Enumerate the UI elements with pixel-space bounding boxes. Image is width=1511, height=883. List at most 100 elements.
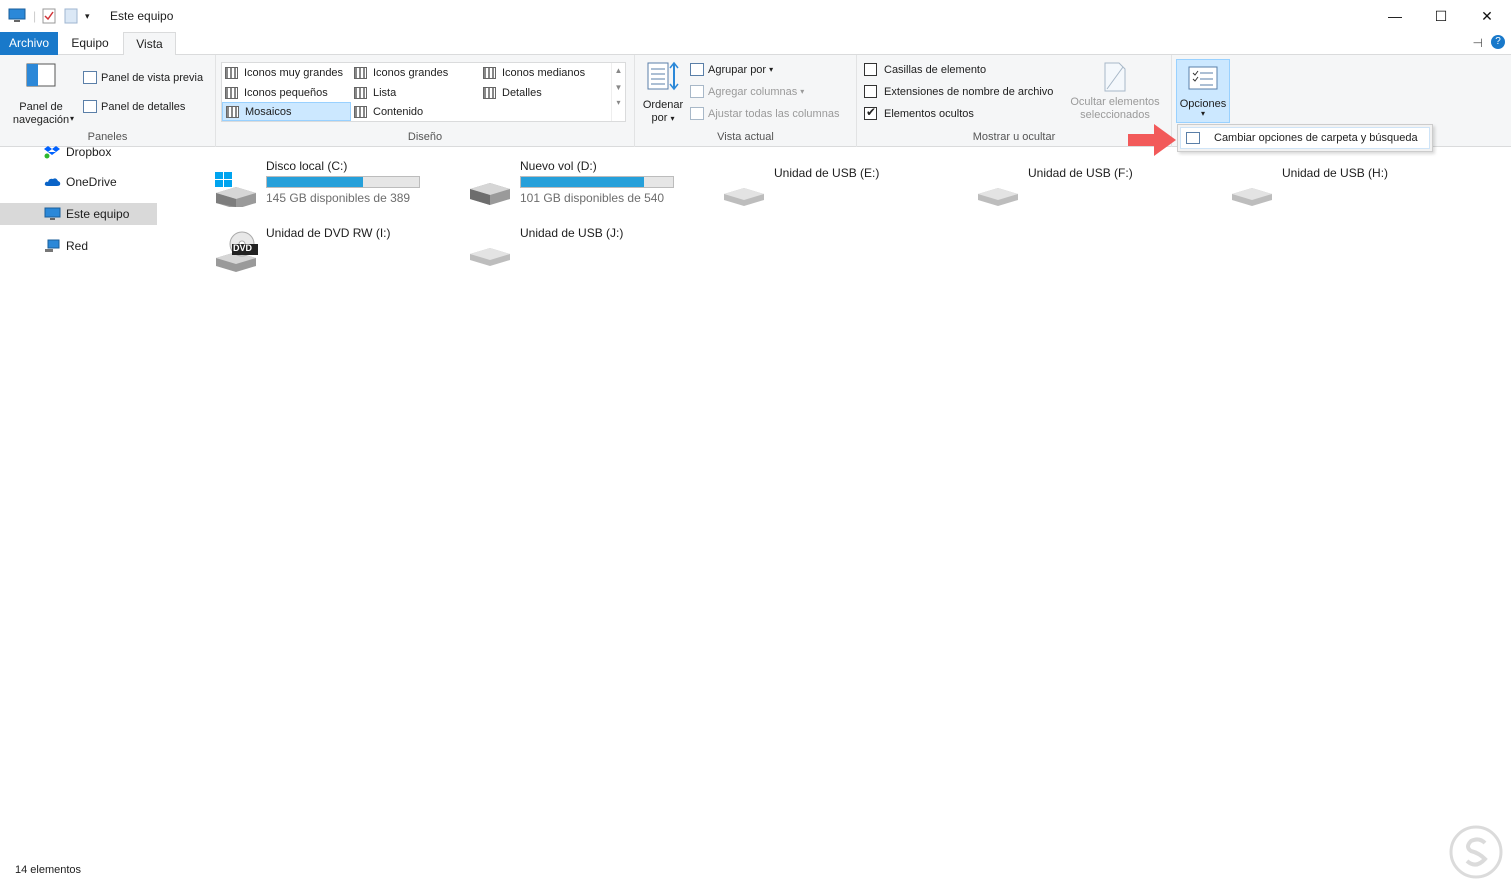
computer-icon (44, 207, 61, 220)
title-bar: | ▾ Este equipo — ☐ ✕ (0, 0, 1511, 32)
layout-large-icons[interactable]: Iconos grandes (351, 63, 480, 82)
extra-large-icons-icon (225, 66, 238, 79)
drive-name: Unidad de USB (E:) (774, 166, 880, 180)
group-by-button[interactable]: Agrupar por ▾ (690, 63, 773, 76)
drive-tile-i[interactable]: DVD Unidad de DVD RW (I:) (214, 226, 454, 278)
drive-usage-bar (266, 176, 420, 188)
drive-tile-f[interactable]: Unidad de USB (F:) (976, 166, 1216, 218)
minimize-button[interactable]: — (1372, 0, 1418, 32)
usb-drive-icon (1232, 188, 1272, 206)
group-paneles: Panel de navegación ▾ Panel de vista pre… (0, 55, 216, 147)
group-mostrar-ocultar: Casillas de elemento Extensiones de nomb… (857, 55, 1172, 147)
drive-name: Unidad de USB (F:) (1028, 166, 1133, 180)
group-label-mostrar: Mostrar u ocultar (972, 131, 1056, 143)
qa-separator: | (33, 9, 37, 23)
details-pane-button[interactable]: Panel de detalles (83, 100, 185, 113)
drive-free-space: 101 GB disponibles de 540 (520, 191, 665, 205)
layout-tiles[interactable]: Mosaicos (222, 102, 351, 121)
nav-item-dropbox[interactable]: Dropbox (0, 141, 157, 163)
layout-small-icons[interactable]: Iconos pequeños (222, 83, 351, 102)
drive-usage-fill (267, 177, 363, 187)
help-icon[interactable]: ? (1491, 35, 1505, 49)
layout-details[interactable]: Detalles (480, 83, 609, 102)
close-button[interactable]: ✕ (1464, 0, 1510, 32)
drive-tile-j[interactable]: Unidad de USB (J:) (468, 226, 708, 278)
sort-icon (647, 61, 679, 91)
watermark-logo-icon (1449, 825, 1503, 879)
tab-equipo[interactable]: Equipo (58, 32, 122, 55)
layout-gallery-scroll[interactable]: ▲ ▼ ▾ (611, 63, 625, 121)
usb-drive-icon (724, 188, 764, 206)
change-folder-options-item[interactable]: Cambiar opciones de carpeta y búsqueda (1180, 127, 1430, 149)
tab-vista[interactable]: Vista (123, 32, 176, 56)
hide-selected-label-1: Ocultar elementos (1070, 96, 1160, 108)
fit-columns-label: Ajustar todas las columnas (708, 107, 840, 120)
sort-label: Ordenar (642, 99, 684, 111)
add-columns-chevron-icon: ▾ (800, 87, 805, 96)
pin-icon[interactable]: ⊣ (1473, 36, 1483, 50)
drive-usage-bar (520, 176, 674, 188)
drive-tile-e[interactable]: Unidad de USB (E:) (722, 166, 962, 218)
new-folder-icon[interactable] (64, 7, 78, 25)
drive-tile-h[interactable]: Unidad de USB (H:) (1230, 166, 1470, 218)
nav-item-este-equipo[interactable]: Este equipo (0, 203, 157, 225)
properties-icon[interactable] (42, 7, 56, 25)
tab-archivo[interactable]: Archivo (0, 32, 58, 55)
drive-tile-d[interactable]: Nuevo vol (D:) 101 GB disponibles de 540 (468, 159, 708, 211)
large-icons-icon (354, 66, 367, 79)
group-label-diseno: Diseño (407, 131, 443, 143)
hide-selected-icon (1104, 62, 1126, 92)
hard-drive-icon (470, 183, 510, 205)
ribbon-tabs: Archivo Equipo Vista ⊣ ? (0, 32, 1511, 56)
nav-pane-button[interactable]: Panel de navegación (6, 63, 76, 127)
layout-list[interactable]: Lista (351, 83, 480, 102)
options-button[interactable]: Opciones ▾ (1176, 59, 1230, 123)
details-pane-label: Panel de detalles (101, 100, 186, 113)
item-checkboxes-toggle[interactable]: Casillas de elemento (864, 63, 986, 76)
item-checkboxes-label: Casillas de elemento (884, 63, 987, 76)
maximize-button[interactable]: ☐ (1418, 0, 1464, 32)
drive-name: Nuevo vol (D:) (520, 159, 597, 173)
hidden-items-toggle[interactable]: Elementos ocultos (864, 105, 974, 120)
options-icon (1188, 66, 1218, 90)
computer-icon[interactable] (8, 7, 26, 25)
layout-gallery: Iconos muy grandes Iconos grandes Iconos… (221, 62, 626, 122)
drive-tile-c[interactable]: Disco local (C:) 145 GB disponibles de 3… (214, 159, 454, 211)
nav-pane-chevron-icon[interactable]: ▾ (70, 114, 74, 123)
nav-pane-label: Panel de navegación (12, 101, 70, 126)
sort-by-button[interactable]: Ordenar por ▾ (639, 61, 687, 125)
drive-usage-fill (521, 177, 645, 187)
nav-label-dropbox: Dropbox (66, 145, 112, 159)
file-extensions-toggle[interactable]: Extensiones de nombre de archivo (864, 85, 1053, 98)
file-extensions-checkbox[interactable] (864, 85, 877, 98)
scroll-up-icon[interactable]: ▲ (612, 66, 625, 75)
content-icon (354, 105, 367, 118)
nav-pane-icon (26, 63, 56, 87)
tiles-icon (226, 105, 239, 118)
group-by-label: Agrupar por (708, 63, 767, 76)
nav-label-onedrive: OneDrive (66, 175, 117, 189)
window-title: Este equipo (110, 9, 174, 23)
hidden-items-checkbox[interactable] (864, 105, 877, 120)
layout-label: Mosaicos (245, 105, 292, 118)
preview-pane-icon (83, 71, 97, 84)
nav-item-onedrive[interactable]: OneDrive (0, 171, 157, 193)
preview-pane-button[interactable]: Panel de vista previa (83, 71, 203, 84)
item-checkboxes-checkbox[interactable] (864, 63, 877, 76)
layout-extra-large-icons[interactable]: Iconos muy grandes (222, 63, 351, 82)
nav-item-red[interactable]: Red (0, 235, 157, 257)
status-item-count: 14 elementos (15, 864, 82, 876)
usb-drive-icon (470, 248, 510, 266)
customize-qa-icon[interactable]: ▾ (85, 7, 90, 25)
group-label-vista-actual: Vista actual (717, 131, 774, 143)
scroll-down-icon[interactable]: ▼ (612, 83, 625, 92)
nav-label-este-equipo: Este equipo (66, 207, 130, 221)
layout-medium-icons[interactable]: Iconos medianos (480, 63, 609, 82)
add-columns-button[interactable]: Agregar columnas ▾ (690, 85, 804, 98)
fit-columns-button[interactable]: Ajustar todas las columnas (690, 107, 839, 120)
layout-content[interactable]: Contenido (351, 102, 480, 121)
hide-selected-button[interactable]: Ocultar elementos seleccionados (1065, 62, 1165, 122)
gallery-more-icon[interactable]: ▾ (612, 98, 625, 107)
layout-label: Iconos grandes (373, 66, 449, 79)
nav-label-red: Red (66, 239, 89, 253)
